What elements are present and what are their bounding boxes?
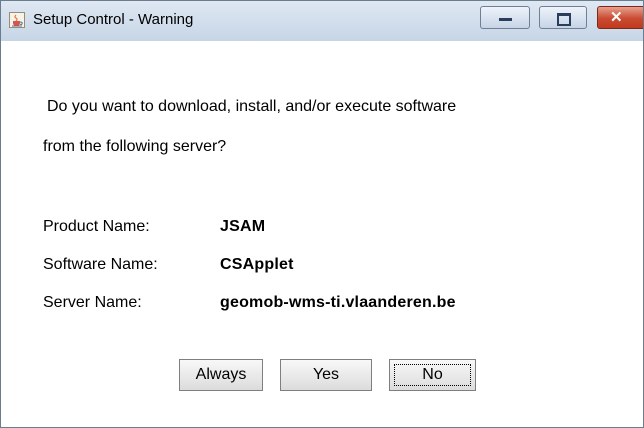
product-name-label: Product Name:: [43, 218, 150, 235]
minimize-button[interactable]: [480, 6, 530, 29]
message-line-2: from the following server?: [43, 138, 227, 155]
product-name-value: JSAM: [220, 218, 266, 235]
no-button[interactable]: No: [389, 359, 476, 391]
title-bar[interactable]: Setup Control - Warning ✕: [1, 1, 643, 41]
yes-button-label: Yes: [312, 366, 340, 383]
window-title: Setup Control - Warning: [33, 11, 194, 28]
software-name-label: Software Name:: [43, 256, 158, 273]
always-button[interactable]: Always: [179, 359, 263, 391]
minimize-icon: [499, 18, 512, 21]
maximize-icon: [557, 13, 571, 26]
warning-dialog: Setup Control - Warning ✕ Do you want to…: [0, 0, 644, 428]
always-button-label: Always: [195, 366, 247, 383]
maximize-button[interactable]: [539, 6, 587, 29]
yes-button[interactable]: Yes: [280, 359, 372, 391]
java-cup-icon: [9, 12, 25, 28]
message-line-1: Do you want to download, install, and/or…: [47, 98, 457, 115]
server-name-label: Server Name:: [43, 294, 142, 311]
close-button[interactable]: ✕: [597, 6, 643, 29]
software-name-value: CSApplet: [220, 256, 294, 273]
close-icon: ✕: [610, 9, 623, 26]
no-button-label: No: [422, 366, 443, 383]
server-name-value: geomob-wms-ti.vlaanderen.be: [220, 294, 456, 311]
